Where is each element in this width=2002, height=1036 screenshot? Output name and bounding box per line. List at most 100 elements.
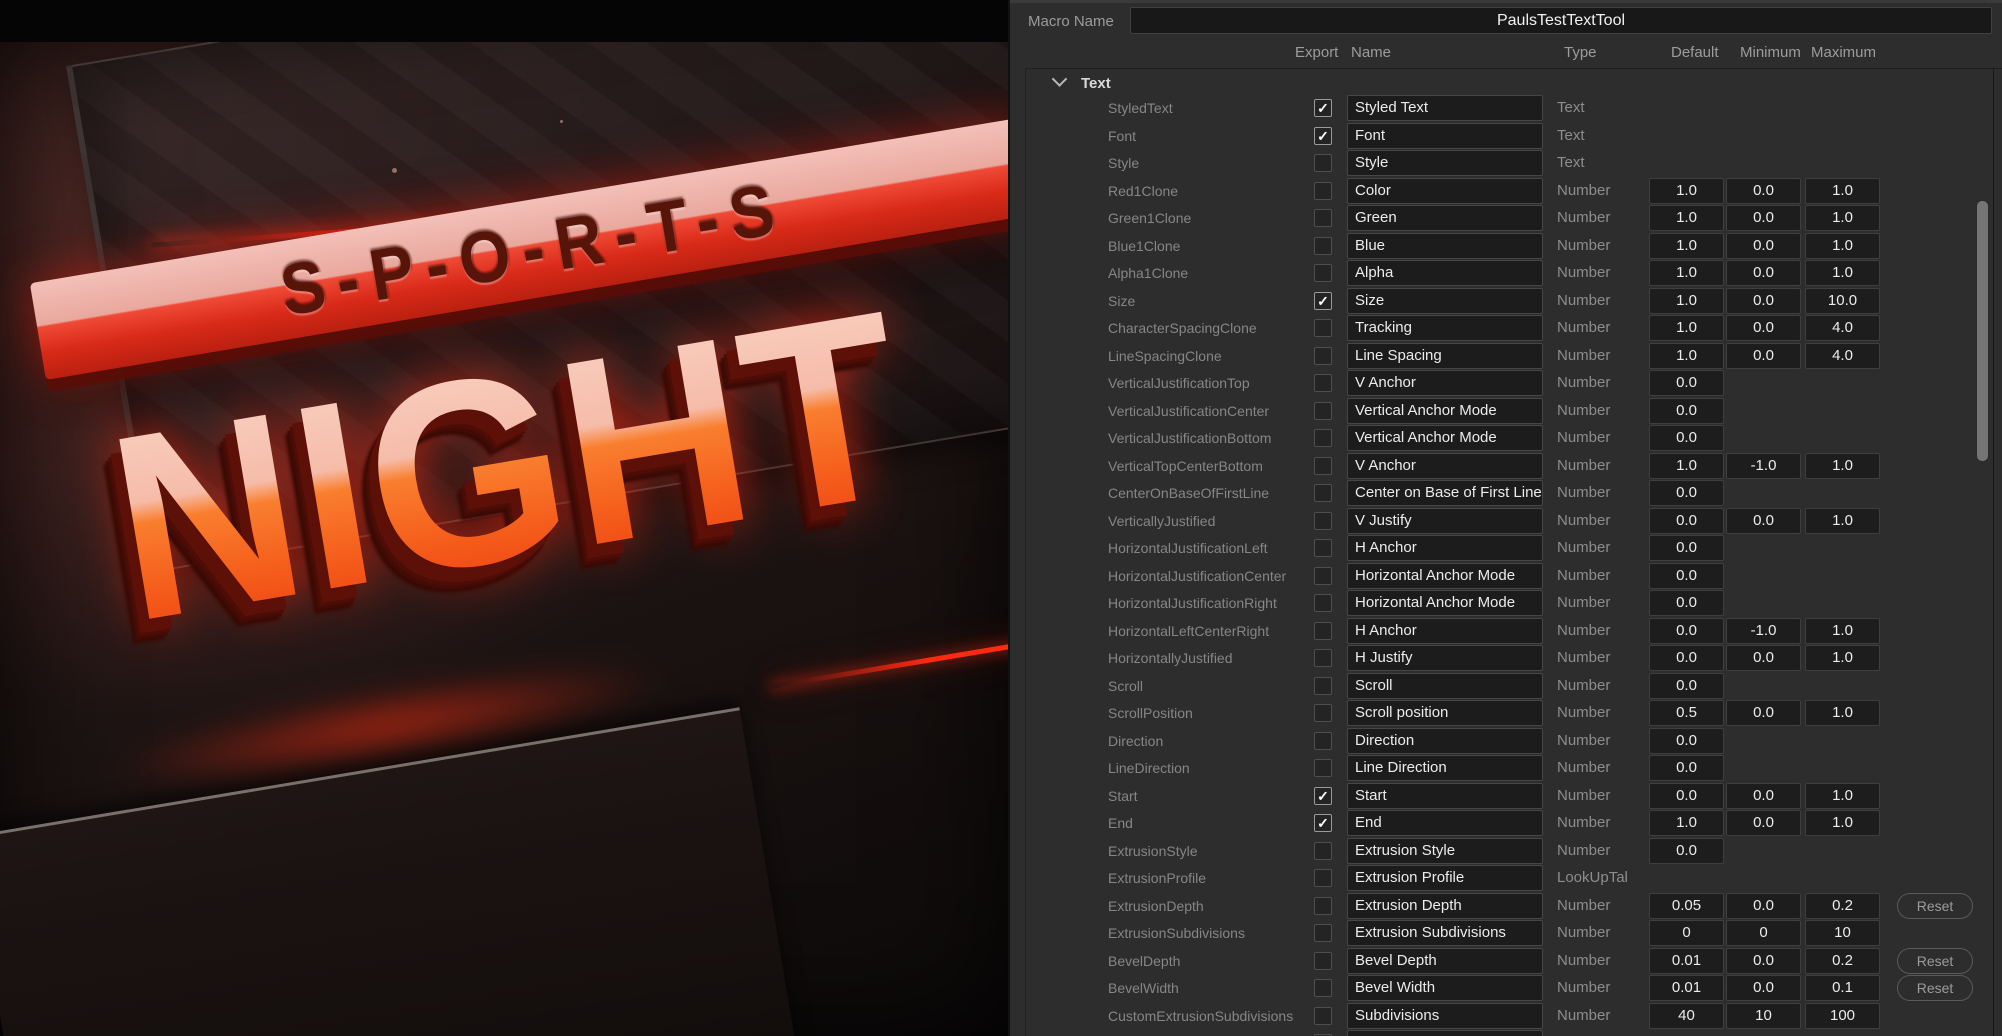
export-checkbox[interactable]: ✓ — [1314, 814, 1332, 832]
default-input[interactable]: 1.0 — [1649, 260, 1724, 286]
export-checkbox[interactable] — [1314, 237, 1332, 255]
export-checkbox[interactable] — [1314, 209, 1332, 227]
default-input[interactable]: 1.0 — [1649, 178, 1724, 204]
default-input[interactable]: 0.0 — [1649, 755, 1724, 781]
export-checkbox[interactable] — [1314, 732, 1332, 750]
minimum-input[interactable]: 0.0 — [1726, 315, 1801, 341]
default-input[interactable]: 0.0 — [1649, 590, 1724, 616]
minimum-input[interactable]: 0.0 — [1726, 948, 1801, 974]
name-input[interactable] — [1347, 1030, 1543, 1036]
minimum-input[interactable]: 0.0 — [1726, 233, 1801, 259]
export-checkbox[interactable] — [1314, 649, 1332, 667]
minimum-input[interactable]: -1.0 — [1726, 618, 1801, 644]
export-checkbox[interactable] — [1314, 869, 1332, 887]
export-checkbox[interactable]: ✓ — [1314, 99, 1332, 117]
name-input[interactable]: Line Direction — [1347, 755, 1543, 781]
maximum-input[interactable]: 1.0 — [1805, 453, 1880, 479]
name-input[interactable]: Font — [1347, 123, 1543, 149]
name-input[interactable]: Extrusion Style — [1347, 838, 1543, 864]
default-input[interactable]: 0.01 — [1649, 948, 1724, 974]
name-input[interactable]: Alpha — [1347, 260, 1543, 286]
export-checkbox[interactable] — [1314, 347, 1332, 365]
maximum-input[interactable]: 1.0 — [1805, 508, 1880, 534]
default-input[interactable]: 1.0 — [1649, 205, 1724, 231]
name-input[interactable]: Center on Base of First Line — [1347, 480, 1543, 506]
maximum-input[interactable]: 10.0 — [1805, 288, 1880, 314]
default-input[interactable]: 0.5 — [1649, 700, 1724, 726]
minimum-input[interactable]: 10 — [1726, 1003, 1801, 1029]
name-input[interactable]: Subdivisions — [1347, 1003, 1543, 1029]
export-checkbox[interactable]: ✓ — [1314, 127, 1332, 145]
name-input[interactable]: Scroll position — [1347, 700, 1543, 726]
export-checkbox[interactable] — [1314, 319, 1332, 337]
export-checkbox[interactable] — [1314, 924, 1332, 942]
minimum-input[interactable]: 0.0 — [1726, 178, 1801, 204]
export-checkbox[interactable] — [1314, 677, 1332, 695]
export-checkbox[interactable] — [1314, 704, 1332, 722]
export-checkbox[interactable] — [1314, 154, 1332, 172]
minimum-input[interactable]: 0.0 — [1726, 508, 1801, 534]
maximum-input[interactable]: 4.0 — [1805, 315, 1880, 341]
name-input[interactable]: V Anchor — [1347, 453, 1543, 479]
minimum-input[interactable]: 0.0 — [1726, 645, 1801, 671]
scrollbar-thumb[interactable] — [1976, 200, 1989, 462]
name-input[interactable]: Style — [1347, 150, 1543, 176]
name-input[interactable]: Size — [1347, 288, 1543, 314]
reset-button[interactable]: Reset — [1897, 975, 1973, 1001]
minimum-input[interactable]: -1.0 — [1726, 453, 1801, 479]
default-input[interactable]: 0.0 — [1649, 398, 1724, 424]
export-checkbox[interactable] — [1314, 952, 1332, 970]
maximum-input[interactable]: 1.0 — [1805, 700, 1880, 726]
export-checkbox[interactable] — [1314, 182, 1332, 200]
export-checkbox[interactable] — [1314, 429, 1332, 447]
name-input[interactable]: Extrusion Profile — [1347, 865, 1543, 891]
default-input[interactable]: 1.0 — [1649, 233, 1724, 259]
minimum-input[interactable]: 0 — [1726, 920, 1801, 946]
name-input[interactable]: Bevel Depth — [1347, 948, 1543, 974]
default-input[interactable]: 0.0 — [1649, 535, 1724, 561]
default-input[interactable]: 0.0 — [1649, 618, 1724, 644]
minimum-input[interactable]: 0.0 — [1726, 260, 1801, 286]
default-input[interactable]: 1.0 — [1649, 343, 1724, 369]
export-checkbox[interactable] — [1314, 897, 1332, 915]
name-input[interactable]: Extrusion Subdivisions — [1347, 920, 1543, 946]
default-input[interactable]: 0.0 — [1649, 425, 1724, 451]
maximum-input[interactable]: 0.2 — [1805, 893, 1880, 919]
maximum-input[interactable]: 1.0 — [1805, 645, 1880, 671]
maximum-input[interactable]: 1.0 — [1805, 205, 1880, 231]
name-input[interactable]: Vertical Anchor Mode — [1347, 398, 1543, 424]
minimum-input[interactable]: 0.0 — [1726, 810, 1801, 836]
default-input[interactable]: 0.0 — [1649, 838, 1724, 864]
name-input[interactable]: Color — [1347, 178, 1543, 204]
name-input[interactable]: H Anchor — [1347, 535, 1543, 561]
export-checkbox[interactable] — [1314, 622, 1332, 640]
default-input[interactable]: 0 — [1649, 920, 1724, 946]
minimum-input[interactable]: 0.0 — [1726, 975, 1801, 1001]
export-checkbox[interactable] — [1314, 539, 1332, 557]
default-input[interactable]: 0.0 — [1649, 563, 1724, 589]
name-input[interactable]: H Anchor — [1347, 618, 1543, 644]
default-input[interactable]: 1.0 — [1649, 810, 1724, 836]
minimum-input[interactable]: 0.0 — [1726, 288, 1801, 314]
name-input[interactable]: V Justify — [1347, 508, 1543, 534]
export-checkbox[interactable]: ✓ — [1314, 787, 1332, 805]
name-input[interactable]: Bevel Width — [1347, 975, 1543, 1001]
export-checkbox[interactable] — [1314, 594, 1332, 612]
name-input[interactable]: Direction — [1347, 728, 1543, 754]
minimum-input[interactable]: 0.0 — [1726, 783, 1801, 809]
name-input[interactable]: Styled Text — [1347, 95, 1543, 121]
export-checkbox[interactable] — [1314, 374, 1332, 392]
default-input[interactable]: 0.0 — [1649, 728, 1724, 754]
export-checkbox[interactable] — [1314, 484, 1332, 502]
maximum-input[interactable]: 1.0 — [1805, 260, 1880, 286]
default-input[interactable]: 1.0 — [1649, 453, 1724, 479]
export-checkbox[interactable] — [1314, 1007, 1332, 1025]
default-input[interactable]: 0.05 — [1649, 893, 1724, 919]
default-input[interactable]: 0.0 — [1649, 370, 1724, 396]
name-input[interactable]: Horizontal Anchor Mode — [1347, 563, 1543, 589]
maximum-input[interactable]: 0.2 — [1805, 948, 1880, 974]
maximum-input[interactable]: 1.0 — [1805, 618, 1880, 644]
name-input[interactable]: Vertical Anchor Mode — [1347, 425, 1543, 451]
reset-button[interactable]: Reset — [1897, 893, 1973, 919]
name-input[interactable]: Green — [1347, 205, 1543, 231]
